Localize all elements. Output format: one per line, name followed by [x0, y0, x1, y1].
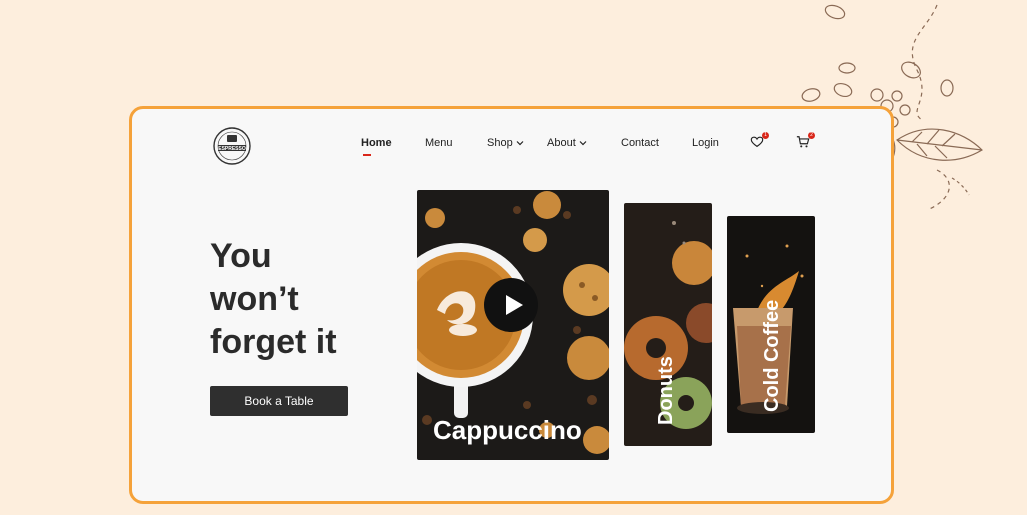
- headline-line-3: forget it: [210, 323, 337, 361]
- play-video-button[interactable]: [484, 278, 538, 332]
- espresso-logo[interactable]: ESPRESSO: [212, 126, 252, 166]
- book-table-button[interactable]: Book a Table: [210, 386, 348, 416]
- active-indicator: [363, 154, 371, 156]
- donuts-card[interactable]: Donuts: [624, 203, 712, 446]
- cappuccino-card[interactable]: Cappuccino: [417, 190, 609, 460]
- chevron-down-icon: [516, 141, 524, 146]
- nav-login-label: Login: [692, 137, 719, 149]
- cart-badge: 2: [808, 132, 815, 139]
- cappuccino-label: Cappuccino: [433, 415, 582, 445]
- hero-headline: You won’t forget it: [210, 235, 370, 364]
- nav-contact-label: Contact: [621, 137, 659, 149]
- chevron-down-icon: [579, 141, 587, 146]
- wishlist-button[interactable]: 1: [750, 132, 769, 151]
- nav-home-label: Home: [361, 137, 392, 149]
- site-preview-frame: ESPRESSO Home Menu Shop About Contact Lo…: [129, 106, 894, 504]
- svg-text:ESPRESSO: ESPRESSO: [218, 146, 246, 152]
- nav-shop[interactable]: Shop: [487, 137, 524, 149]
- cold-coffee-card[interactable]: Cold Coffee: [727, 216, 815, 433]
- headline-line-2: won’t: [210, 280, 299, 318]
- nav-home[interactable]: Home: [361, 137, 392, 156]
- play-icon: [506, 295, 523, 315]
- nav-about[interactable]: About: [547, 137, 587, 149]
- headline-line-1: You: [210, 237, 272, 275]
- donuts-label: Donuts: [655, 356, 677, 425]
- nav-about-label: About: [547, 137, 576, 149]
- cart-button[interactable]: 2: [796, 132, 815, 151]
- nav-shop-label: Shop: [487, 137, 513, 149]
- nav-login[interactable]: Login: [692, 137, 719, 149]
- wishlist-badge: 1: [762, 132, 769, 139]
- nav-contact[interactable]: Contact: [621, 137, 659, 149]
- cold-coffee-label: Cold Coffee: [761, 299, 783, 412]
- nav-menu[interactable]: Menu: [425, 137, 453, 149]
- nav-menu-label: Menu: [425, 137, 453, 149]
